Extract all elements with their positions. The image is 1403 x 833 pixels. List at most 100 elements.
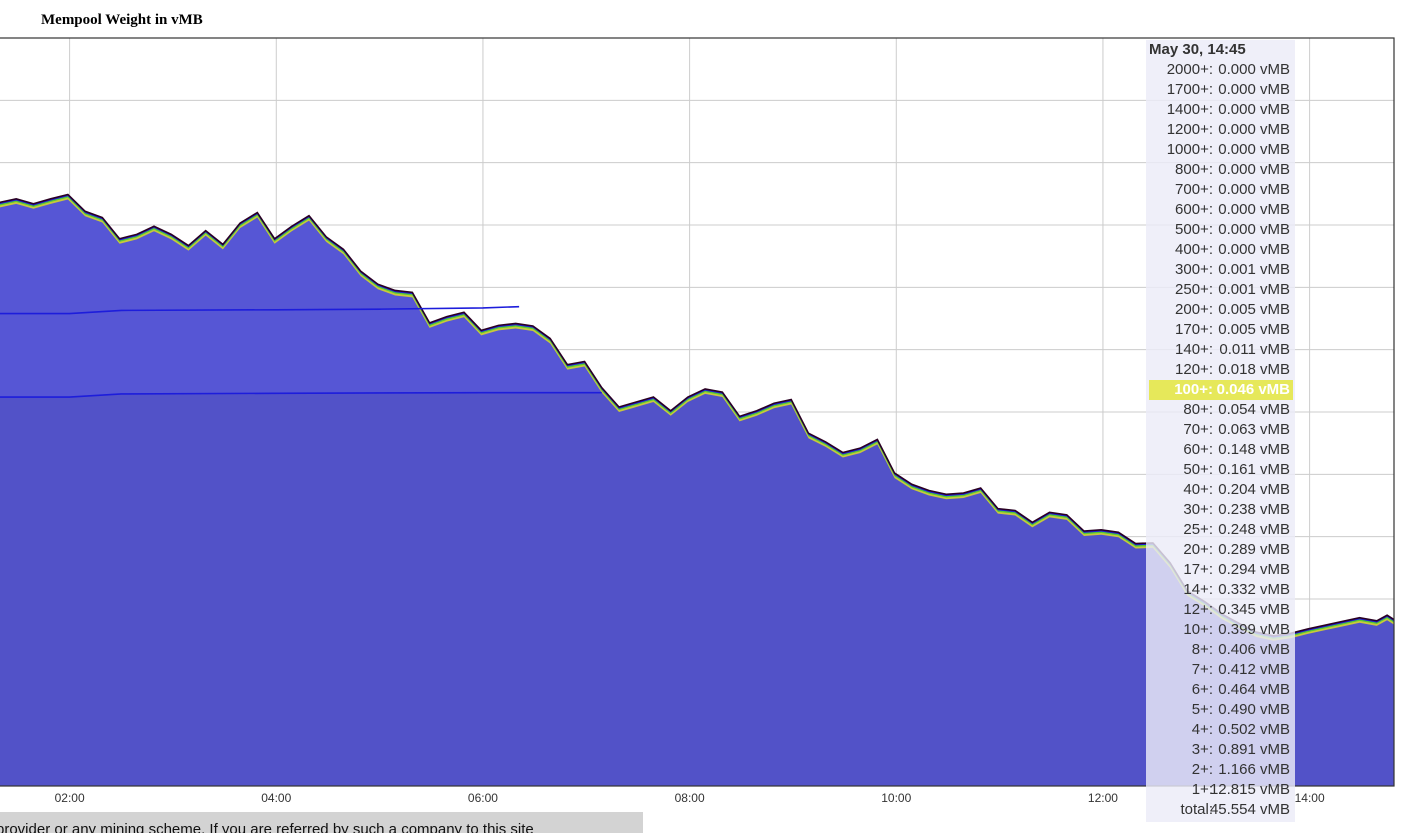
legend-row: 2000+: 0.000 vMB	[1146, 60, 1293, 80]
legend-label: 12+:	[1183, 601, 1213, 618]
legend-row: 20+: 0.289 vMB	[1146, 540, 1293, 560]
x-tick-layer: 02:00 04:00 06:00 08:00 10:00 12:00 14:00	[55, 791, 1325, 805]
legend-label: 50+:	[1183, 461, 1213, 478]
legend-value: 0.161 vMB	[1218, 461, 1290, 478]
legend-row: 400+: 0.000 vMB	[1146, 240, 1293, 260]
legend-label: 30+:	[1183, 501, 1213, 518]
legend-value: 0.891 vMB	[1218, 741, 1290, 758]
legend-value: 0.001 vMB	[1218, 281, 1290, 298]
legend-row: 1+: 12.815 vMB	[1146, 780, 1293, 800]
legend-label: 250+:	[1175, 281, 1213, 298]
legend-row: 17+: 0.294 vMB	[1146, 560, 1293, 580]
legend-row: 250+: 0.001 vMB	[1146, 280, 1293, 300]
legend-label: 300+:	[1175, 261, 1213, 278]
legend-value: 0.412 vMB	[1218, 661, 1290, 678]
legend-label: 20+:	[1183, 541, 1213, 558]
legend-value: 0.204 vMB	[1218, 481, 1290, 498]
legend-value: 0.018 vMB	[1218, 361, 1290, 378]
legend-row: total: 45.554 vMB	[1146, 800, 1293, 820]
legend-value: 0.046 vMB	[1216, 381, 1290, 398]
legend-value: 0.000 vMB	[1218, 181, 1290, 198]
legend-value: 0.332 vMB	[1218, 581, 1290, 598]
legend-row: 2+: 1.166 vMB	[1146, 760, 1293, 780]
legend-value: 0.000 vMB	[1218, 101, 1290, 118]
legend-value: 0.054 vMB	[1218, 401, 1290, 418]
legend-value: 1.166 vMB	[1218, 761, 1290, 778]
legend-label: 2+:	[1191, 761, 1213, 778]
legend-label: 5+:	[1191, 701, 1213, 718]
legend-value: 0.001 vMB	[1218, 261, 1290, 278]
legend-value: 0.005 vMB	[1218, 321, 1290, 338]
legend-row: 800+: 0.000 vMB	[1146, 160, 1293, 180]
legend-date: May 30, 14:45	[1149, 41, 1246, 58]
legend-value: 0.399 vMB	[1218, 621, 1290, 638]
x-tick-label: 06:00	[468, 791, 498, 805]
legend-row: 70+: 0.063 vMB	[1146, 420, 1293, 440]
legend-label: 80+:	[1183, 401, 1213, 418]
legend-label: total:	[1180, 801, 1213, 818]
legend-label: 1700+:	[1166, 81, 1213, 98]
legend-label: 1400+:	[1166, 101, 1213, 118]
legend-row: 3+: 0.891 vMB	[1146, 740, 1293, 760]
legend-row: 4+: 0.502 vMB	[1146, 720, 1293, 740]
legend-label: 140+:	[1175, 341, 1213, 358]
legend-label: 70+:	[1183, 421, 1213, 438]
x-tick-label: 14:00	[1295, 791, 1325, 805]
footer-text: provider or any mining scheme. If you ar…	[0, 821, 534, 833]
legend-label: 1000+:	[1166, 141, 1213, 158]
legend-value: 0.406 vMB	[1218, 641, 1290, 658]
legend-label: 3+:	[1191, 741, 1213, 758]
legend-value: 0.248 vMB	[1218, 521, 1290, 538]
legend-value: 0.000 vMB	[1218, 241, 1290, 258]
x-tick-label: 10:00	[881, 791, 911, 805]
legend-row: 8+: 0.406 vMB	[1146, 640, 1293, 660]
legend-label: 2000+:	[1166, 61, 1213, 78]
legend-label: 4+:	[1191, 721, 1213, 738]
legend-value: 0.464 vMB	[1218, 681, 1290, 698]
legend-value: 0.005 vMB	[1218, 301, 1290, 318]
legend-row: 1400+: 0.000 vMB	[1146, 100, 1293, 120]
legend-row: 1000+: 0.000 vMB	[1146, 140, 1293, 160]
legend-value: 0.000 vMB	[1218, 61, 1290, 78]
legend-label: 6+:	[1191, 681, 1213, 698]
legend-row: 60+: 0.148 vMB	[1146, 440, 1293, 460]
legend-row: 1700+: 0.000 vMB	[1146, 80, 1293, 100]
legend-label: 1200+:	[1166, 121, 1213, 138]
legend-row: 700+: 0.000 vMB	[1146, 180, 1293, 200]
legend-label: 60+:	[1183, 441, 1213, 458]
legend-value: 0.148 vMB	[1218, 441, 1290, 458]
legend-label: 100+:	[1174, 381, 1213, 398]
legend-row: 50+: 0.161 vMB	[1146, 460, 1293, 480]
legend-value: 0.000 vMB	[1218, 161, 1290, 178]
legend-row: 300+: 0.001 vMB	[1146, 260, 1293, 280]
legend-row: 600+: 0.000 vMB	[1146, 200, 1293, 220]
legend-label: 800+:	[1175, 161, 1213, 178]
legend-row: 1200+: 0.000 vMB	[1146, 120, 1293, 140]
x-tick-label: 08:00	[675, 791, 705, 805]
legend-label: 25+:	[1183, 521, 1213, 538]
footer-notice: provider or any mining scheme. If you ar…	[0, 812, 643, 833]
legend-row: 7+: 0.412 vMB	[1146, 660, 1293, 680]
x-tick-label: 04:00	[261, 791, 291, 805]
legend-value: 45.554 vMB	[1209, 801, 1290, 818]
legend-label: 14+:	[1183, 581, 1213, 598]
legend-row: 6+: 0.464 vMB	[1146, 680, 1293, 700]
legend-label: 7+:	[1191, 661, 1213, 678]
legend-label: 700+:	[1175, 181, 1213, 198]
legend-row: 80+: 0.054 vMB	[1146, 400, 1293, 420]
hover-legend: May 30, 14:45 2000+: 0.000 vMB 1700+: 0.000…	[1146, 40, 1295, 822]
legend-label: 170+:	[1175, 321, 1213, 338]
legend-value: 0.000 vMB	[1218, 221, 1290, 238]
legend-row: 10+: 0.399 vMB	[1146, 620, 1293, 640]
legend-row: 12+: 0.345 vMB	[1146, 600, 1293, 620]
legend-row: 500+: 0.000 vMB	[1146, 220, 1293, 240]
legend-value: 12.815 vMB	[1209, 781, 1290, 798]
legend-row: 200+: 0.005 vMB	[1146, 300, 1293, 320]
legend-label: 17+:	[1183, 561, 1213, 578]
legend-row: 14+: 0.332 vMB	[1146, 580, 1293, 600]
legend-value: 0.000 vMB	[1218, 81, 1290, 98]
x-tick-label: 02:00	[55, 791, 85, 805]
legend-label: 400+:	[1175, 241, 1213, 258]
legend-value: 0.294 vMB	[1218, 561, 1290, 578]
legend-label: 40+:	[1183, 481, 1213, 498]
